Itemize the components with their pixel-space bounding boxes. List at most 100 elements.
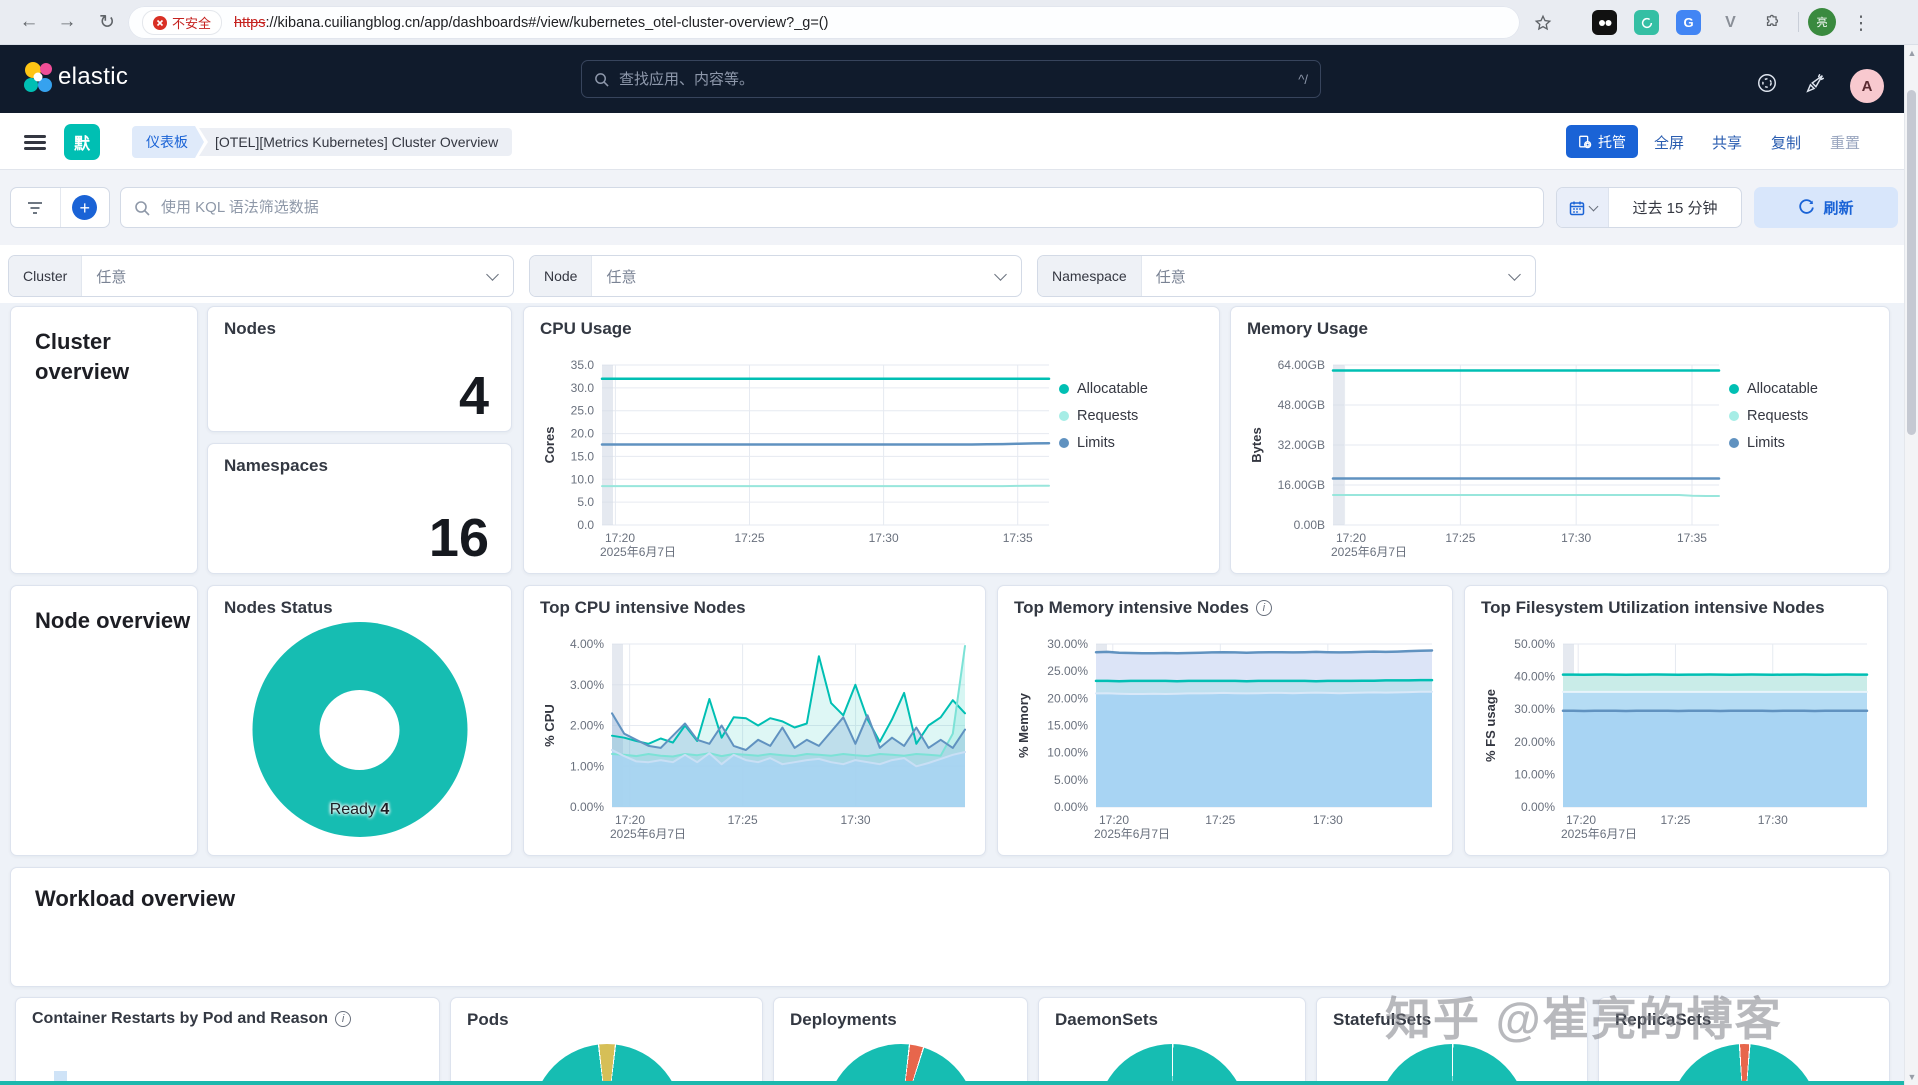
add-filter-button[interactable]: + <box>59 188 110 227</box>
pods-pie-chart[interactable] <box>531 1044 682 1085</box>
legend-item[interactable]: Limits <box>1059 435 1209 451</box>
url-text[interactable]: https://kibana.cuiliangblog.cn/app/dashb… <box>234 15 828 31</box>
watermark: 知乎 @崔亮的博客 <box>1385 993 1783 1045</box>
control-namespace[interactable]: Namespace 任意 <box>1037 255 1536 297</box>
forward-icon[interactable]: → <box>52 7 82 37</box>
svg-text:20.00%: 20.00% <box>1047 691 1088 705</box>
legend-item[interactable]: Requests <box>1729 408 1879 424</box>
filter-menu-button[interactable] <box>11 188 60 227</box>
plus-icon: + <box>72 195 98 220</box>
panel-title: Nodes Status <box>224 598 333 617</box>
svg-text:17:30: 17:30 <box>841 813 871 827</box>
scrollbar[interactable]: ▲ ▼ <box>1904 45 1918 1085</box>
svg-text:30.0: 30.0 <box>571 381 595 395</box>
control-cluster[interactable]: Cluster 任意 <box>8 255 514 297</box>
user-avatar[interactable]: A <box>1850 69 1884 103</box>
date-picker-button[interactable] <box>1557 188 1609 227</box>
cluster-overview-markdown-panel: Cluster overview <box>10 306 198 574</box>
svg-text:0.00%: 0.00% <box>570 800 604 814</box>
address-bar[interactable]: 不安全 https://kibana.cuiliangblog.cn/app/d… <box>128 6 1520 39</box>
time-range-value[interactable]: 过去 15 分钟 <box>1609 197 1741 218</box>
section-heading: Cluster overview <box>35 329 130 384</box>
news-party-icon[interactable] <box>1804 72 1826 94</box>
share-button[interactable]: 共享 <box>1712 132 1742 153</box>
cpu-usage-chart[interactable]: 35.0 30.0 25.0 20.0 15.0 10.0 5.0 0.0 17:20 2025年… <box>538 351 1059 567</box>
dashboard-grid: Cluster overview Nodes 4 Namespaces 16 C… <box>0 303 1918 1085</box>
panel-title: Nodes <box>224 319 276 338</box>
kql-search-bar[interactable] <box>120 187 1544 228</box>
extension-v-icon[interactable]: V <box>1718 10 1743 35</box>
info-icon[interactable]: i <box>335 1011 352 1027</box>
svg-text:17:25: 17:25 <box>734 531 764 545</box>
elastic-logo[interactable] <box>22 61 54 95</box>
browser-menu-icon[interactable]: ⋮ <box>1846 8 1876 38</box>
menu-hamburger-icon[interactable] <box>24 135 46 150</box>
reload-icon[interactable]: ↻ <box>92 7 122 37</box>
browser-toolbar: ← → ↻ 不安全 https://kibana.cuiliangblog.cn… <box>0 0 1918 45</box>
global-search-input[interactable] <box>617 69 1299 89</box>
svg-text:25.00%: 25.00% <box>1047 664 1088 678</box>
calendar-icon <box>1569 201 1584 215</box>
svg-text:32.00GB: 32.00GB <box>1278 438 1325 452</box>
svg-text:17:25: 17:25 <box>1205 813 1235 827</box>
top-memory-nodes-panel: Top Memory intensive Nodes i 30.00% 25.00… <box>997 585 1453 856</box>
panel-title: Memory Usage <box>1247 319 1368 338</box>
extension-loop-icon[interactable] <box>1634 10 1659 35</box>
kql-input[interactable] <box>159 198 1530 217</box>
duplicate-button[interactable]: 复制 <box>1771 132 1801 153</box>
statefulsets-pie-chart[interactable] <box>1377 1044 1527 1085</box>
profile-avatar[interactable]: 亮 <box>1808 8 1836 36</box>
svg-text:5.0: 5.0 <box>577 495 594 509</box>
daemonsets-pie-chart[interactable] <box>1097 1044 1247 1085</box>
breadcrumb-dashboards[interactable]: 仪表板 <box>132 126 204 158</box>
legend-item[interactable]: Requests <box>1059 408 1209 424</box>
svg-text:17:30: 17:30 <box>1313 813 1343 827</box>
replicasets-pie-chart[interactable] <box>1669 1044 1819 1085</box>
top-filesystem-nodes-chart[interactable]: 50.00% 40.00% 30.00% 20.00% 10.00% 0.00% 17:20… <box>1479 630 1877 849</box>
breadcrumb: 仪表板 [OTEL][Metrics Kubernetes] Cluster O… <box>132 126 513 158</box>
search-icon <box>595 72 609 87</box>
top-memory-nodes-chart[interactable]: 30.00% 25.00% 20.00% 15.00% 10.00% 5.00% 0.00%… <box>1012 630 1442 849</box>
fullscreen-button[interactable]: 全屏 <box>1654 132 1684 153</box>
bookmark-star-icon[interactable] <box>1528 8 1558 38</box>
managed-button[interactable]: 托管 <box>1566 125 1638 158</box>
chart-legend: Allocatable Requests Limits <box>1729 351 1879 567</box>
deployments-pie-chart[interactable] <box>825 1044 976 1085</box>
top-cpu-nodes-chart[interactable]: 4.00% 3.00% 2.00% 1.00% 0.00% 17:20 2025年6月7日 1… <box>538 630 975 849</box>
global-search[interactable]: ^/ <box>581 60 1321 98</box>
scroll-up-icon[interactable]: ▲ <box>1905 48 1918 58</box>
svg-text:17:20: 17:20 <box>1336 531 1366 545</box>
memory-usage-chart[interactable]: 64.00GB 48.00GB 32.00GB 16.00GB 0.00B 17:20 20… <box>1245 351 1729 567</box>
scrollbar-thumb[interactable] <box>1907 90 1916 435</box>
legend-item[interactable]: Allocatable <box>1059 381 1209 397</box>
legend-item[interactable]: Allocatable <box>1729 381 1879 397</box>
top-filesystem-nodes-panel: Top Filesystem Utilization intensive Nod… <box>1464 585 1888 856</box>
namespaces-stat-panel: Namespaces 16 <box>207 443 512 574</box>
svg-text:0.0: 0.0 <box>577 518 594 532</box>
svg-text:17:20: 17:20 <box>1566 813 1596 827</box>
refresh-button[interactable]: 刷新 <box>1754 187 1898 228</box>
top-cpu-nodes-panel: Top CPU intensive Nodes 4.00% 3.00% 2.00% 1… <box>523 585 986 856</box>
panel-title: Namespaces <box>224 456 328 475</box>
info-icon[interactable]: i <box>1255 600 1272 616</box>
legend-item[interactable]: Limits <box>1729 435 1879 451</box>
space-badge[interactable]: 默 <box>64 124 100 160</box>
back-icon[interactable]: ← <box>14 7 44 37</box>
security-badge[interactable]: 不安全 <box>142 10 223 35</box>
url-scheme: https <box>234 14 266 31</box>
reset-button[interactable]: 重置 <box>1830 132 1860 153</box>
scroll-down-icon[interactable]: ▼ <box>1905 1072 1918 1082</box>
svg-text:17:30: 17:30 <box>869 531 899 545</box>
help-icon[interactable] <box>1756 72 1778 94</box>
filter-icon <box>28 201 43 214</box>
brand-name[interactable]: elastic <box>58 63 128 91</box>
extensions-puzzle-icon[interactable] <box>1760 10 1785 35</box>
extension-dark-reader-icon[interactable] <box>1592 10 1617 35</box>
svg-text:3.00%: 3.00% <box>570 678 604 692</box>
extension-translate-icon[interactable]: G <box>1676 10 1701 35</box>
panel-title: Top CPU intensive Nodes <box>540 598 746 617</box>
bottom-teal-strip <box>0 1081 1918 1085</box>
nodes-status-panel: Nodes Status Ready 4 <box>207 585 512 856</box>
control-node[interactable]: Node 任意 <box>529 255 1022 297</box>
chart-legend: Allocatable Requests Limits <box>1059 351 1209 567</box>
